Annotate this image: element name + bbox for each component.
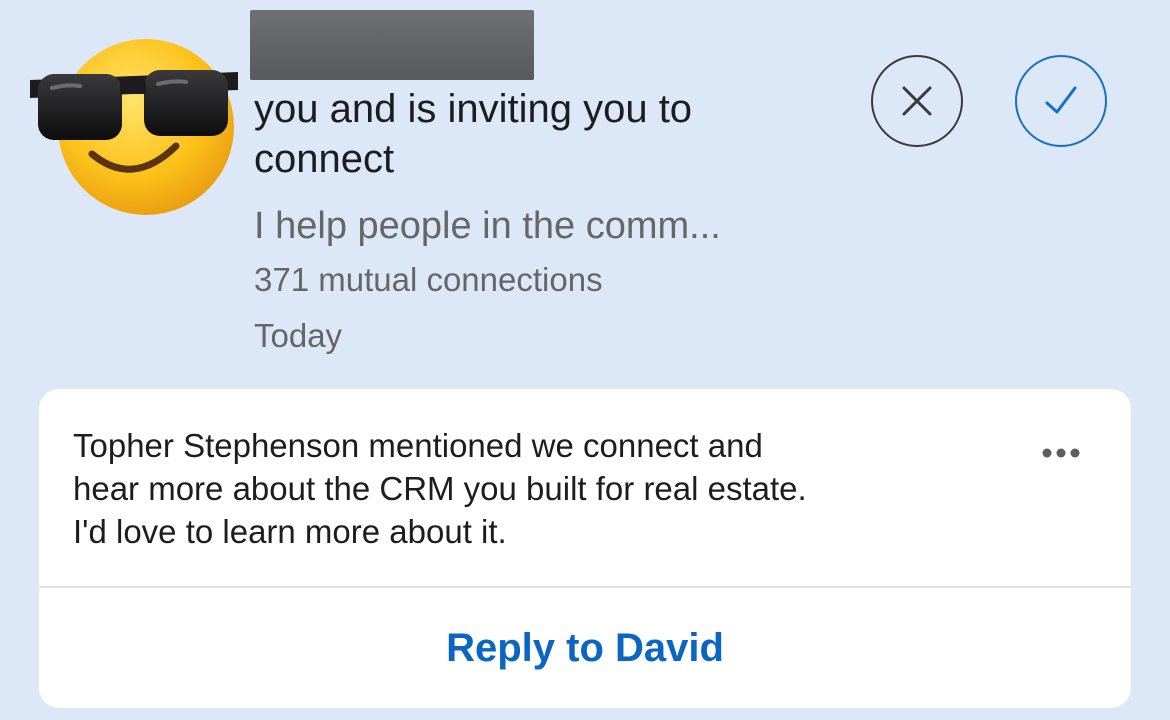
- invitation-headline[interactable]: d infollows you and is inviting you to c…: [250, 10, 814, 184]
- headline-rest: you and is inviting you to connect: [254, 87, 693, 181]
- mutual-connections[interactable]: 371 mutual connections: [254, 260, 814, 300]
- sender-name[interactable]: d: [250, 10, 534, 84]
- more-options-button[interactable]: [1039, 441, 1083, 465]
- invitation-message-card: Topher Stephenson mentioned we connect a…: [39, 389, 1131, 708]
- checkmark-icon: [1045, 86, 1077, 114]
- close-icon: [902, 86, 932, 116]
- reply-button[interactable]: Reply to David: [39, 588, 1131, 708]
- invitation-details: d infollows you and is inviting you to c…: [250, 10, 814, 356]
- accept-button[interactable]: [1015, 55, 1107, 147]
- invitation-timestamp: Today: [254, 317, 343, 354]
- sunglasses-smiley-icon: [30, 39, 238, 215]
- name-redaction-block: [250, 10, 534, 80]
- sender-occupation: I help people in the comm...: [254, 205, 721, 247]
- ignore-button[interactable]: [871, 55, 963, 147]
- invitation-message: Topher Stephenson mentioned we connect a…: [73, 427, 807, 550]
- avatar[interactable]: [28, 26, 238, 236]
- more-horizontal-icon: [1042, 448, 1080, 458]
